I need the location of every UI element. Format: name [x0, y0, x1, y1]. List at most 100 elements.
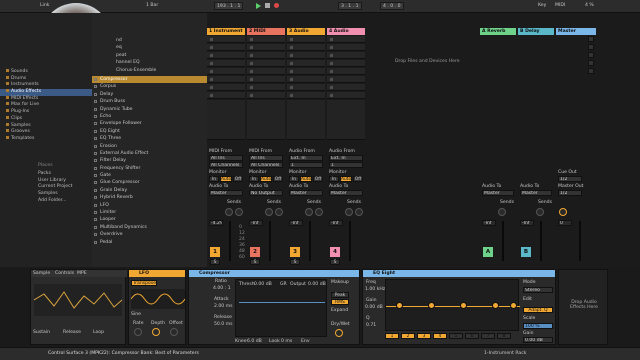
input-type-dropdown[interactable]: All Ins — [249, 155, 283, 161]
monitor-in-button[interactable]: In — [289, 176, 299, 182]
cue-out-dropdown[interactable]: 1/2 — [558, 176, 582, 182]
category-item[interactable]: Clips — [0, 115, 92, 123]
browser-item[interactable]: External Audio Effect — [92, 150, 207, 157]
return-activator-button[interactable]: A — [483, 247, 493, 257]
monitor-auto-button[interactable]: Auto — [340, 176, 352, 182]
return-volume-display[interactable]: -Inf — [482, 220, 496, 226]
volume-display[interactable]: -Inf — [249, 220, 263, 226]
rms-button[interactable]: RMS — [331, 299, 349, 305]
look-value[interactable]: 0 ms — [281, 339, 292, 344]
eq-band-node[interactable] — [396, 302, 403, 309]
monitor-auto-button[interactable]: Auto — [260, 176, 272, 182]
track-header[interactable]: 2 MIDI — [247, 28, 285, 35]
eq-gain-value[interactable]: 0.00 dB — [365, 305, 383, 310]
clip-slot[interactable] — [287, 84, 325, 91]
category-item[interactable]: Templates — [0, 135, 92, 143]
input-channel-dropdown[interactable]: All Channels — [249, 162, 283, 168]
track-header[interactable]: 3 Audio — [287, 28, 325, 35]
volume-display[interactable]: -Inf — [289, 220, 303, 226]
browser-item[interactable]: Echo — [92, 113, 207, 120]
browser-item[interactable]: Looper — [92, 216, 207, 223]
clip-slot[interactable] — [247, 44, 285, 51]
monitor-auto-button[interactable]: Auto — [220, 176, 232, 182]
ratio-value[interactable]: 4.00 : 1 — [213, 286, 231, 291]
return-volume-display[interactable]: -Inf — [520, 220, 534, 226]
place-item[interactable]: Samples — [36, 191, 92, 198]
return-header[interactable]: B Delay — [518, 28, 554, 35]
audio-to-dropdown[interactable]: Master — [209, 190, 243, 196]
link-button[interactable]: Link — [40, 3, 49, 8]
scene-launch-button[interactable] — [588, 44, 594, 50]
eq-band-node[interactable] — [428, 302, 435, 309]
input-channel-dropdown[interactable]: All Channels — [209, 162, 243, 168]
clip-slot[interactable] — [327, 36, 365, 43]
browser-item[interactable]: Envelope Follower — [92, 120, 207, 127]
send-b-knob[interactable] — [275, 208, 283, 216]
input-type-dropdown[interactable]: Ext. In — [289, 155, 323, 161]
send-b-knob[interactable] — [355, 208, 363, 216]
track-activator-button[interactable]: 2 — [250, 247, 260, 257]
clip-slot[interactable] — [247, 92, 285, 99]
cue-volume-knob[interactable] — [559, 208, 567, 216]
detail-tab[interactable]: MPE — [77, 271, 87, 276]
eq-q-value[interactable]: 0.71 — [366, 323, 376, 328]
browser-item[interactable]: EQ Eight — [92, 128, 207, 135]
volume-display[interactable]: -4.29 — [209, 220, 223, 226]
clip-slot[interactable] — [247, 68, 285, 75]
attack-value[interactable]: 2.00 ms — [214, 304, 233, 309]
scene-launch-button[interactable] — [588, 68, 594, 74]
solo-button[interactable]: S — [330, 259, 340, 265]
send-b-knob[interactable] — [235, 208, 243, 216]
clip-slot[interactable] — [327, 92, 365, 99]
clip-slot-empty[interactable] — [287, 100, 325, 140]
midi-map-button[interactable]: MIDI — [555, 3, 565, 8]
clip-slot[interactable] — [287, 52, 325, 59]
lfo-shape[interactable]: Sine — [131, 312, 141, 317]
clip-slot[interactable] — [247, 84, 285, 91]
audio-to-dropdown[interactable]: No Output — [249, 190, 283, 196]
browser-item[interactable]: Grain Delay — [92, 187, 207, 194]
audio-to-dropdown[interactable]: Master — [289, 190, 323, 196]
send-a-knob[interactable] — [345, 208, 353, 216]
monitor-in-button[interactable]: In — [329, 176, 339, 182]
category-item[interactable]: Sounds — [0, 69, 92, 76]
solo-button[interactable]: S — [210, 259, 220, 265]
eq-band-toggle[interactable]: 8 — [497, 333, 511, 339]
peak-button[interactable]: Peak — [331, 292, 349, 298]
place-item[interactable]: Add Folder... — [36, 198, 92, 205]
makeup-label[interactable]: Makeup — [331, 280, 349, 285]
clip-slot[interactable] — [327, 84, 365, 91]
browser-item[interactable]: Limiter — [92, 209, 207, 216]
browser-item[interactable]: Chorus-Ensemble — [108, 67, 207, 74]
return-send-knob[interactable] — [536, 208, 544, 216]
eq-mode-dropdown[interactable]: Stereo — [523, 287, 553, 293]
input-type-dropdown[interactable]: All Ins — [209, 155, 243, 161]
browser-item[interactable]: Hybrid Reverb — [92, 194, 207, 201]
eq-band-toggle[interactable]: 4 — [433, 333, 447, 339]
clip-slot[interactable] — [327, 52, 365, 59]
browser-item[interactable]: Gate — [92, 172, 207, 179]
clip-slot[interactable] — [247, 60, 285, 67]
return-output-dropdown[interactable]: Master — [520, 190, 552, 196]
master-volume-display[interactable]: 0 — [558, 220, 572, 226]
master-out-dropdown[interactable]: 1/2 — [558, 190, 582, 196]
browser-item[interactable]: Filter Delay — [92, 157, 207, 164]
return-activator-button[interactable]: B — [521, 247, 531, 257]
return-header[interactable]: A Reverb — [480, 28, 516, 35]
clip-slot[interactable] — [327, 60, 365, 67]
clip-slot[interactable] — [207, 92, 245, 99]
send-a-knob[interactable] — [225, 208, 233, 216]
browser-item[interactable]: Compressor — [92, 76, 207, 84]
return-send-knob[interactable] — [498, 208, 506, 216]
eq-band-toggle[interactable]: 6 — [465, 333, 479, 339]
browser-item[interactable]: Multiband Dynamics — [92, 224, 207, 231]
play-icon[interactable] — [256, 3, 261, 9]
clip-slot[interactable] — [287, 60, 325, 67]
solo-button[interactable]: S — [250, 259, 260, 265]
eq-out-gain-value[interactable]: 0.00 dB — [523, 337, 553, 343]
monitor-off-button[interactable]: Off — [233, 176, 243, 182]
clip-slot[interactable] — [287, 44, 325, 51]
clip-slot[interactable] — [247, 76, 285, 83]
scene-launch-button[interactable] — [588, 60, 594, 66]
category-item[interactable]: Audio Effects — [0, 89, 92, 96]
